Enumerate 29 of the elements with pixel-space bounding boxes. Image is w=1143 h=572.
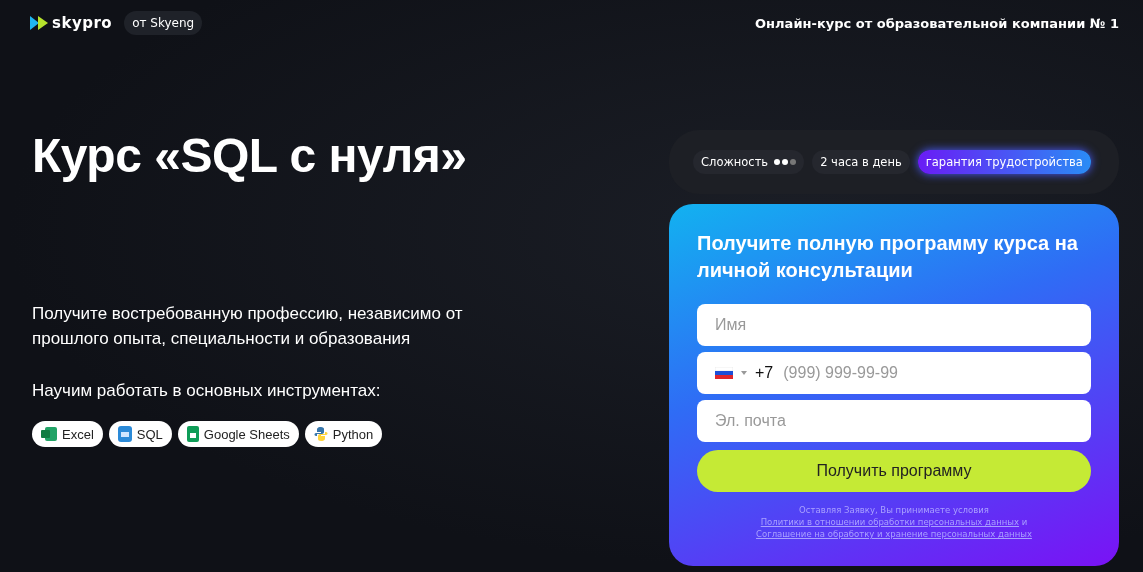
phone-input[interactable]: (999) 999-99-99 <box>781 363 1073 383</box>
spreadsheet-icon <box>41 427 57 441</box>
guarantee-tag: гарантия трудостройства <box>917 150 1091 174</box>
form-title: Получите полную программу курса на личной консультации <box>697 231 1079 283</box>
tools-heading: Научим работать в основных инструментах: <box>32 381 382 401</box>
tagline: Онлайн-курс от образовательной компании № 1 <box>755 15 1119 31</box>
phone-code: +7 <box>755 364 774 382</box>
tool-label: Google Sheets <box>203 426 290 442</box>
logo[interactable]: skypro <box>30 14 113 32</box>
phone-field[interactable]: +7 (999) 999-99-99 <box>697 352 1091 394</box>
submit-button[interactable]: Получить программу <box>697 450 1091 492</box>
flag-icon <box>715 367 733 379</box>
caret-icon <box>741 371 747 375</box>
tool-label: Excel <box>62 426 94 442</box>
database-icon <box>117 426 132 442</box>
tool-label: Python <box>332 426 374 442</box>
difficulty-label: Сложность <box>701 155 769 169</box>
legal-note: Оставляя Заявку, Вы принимаете условия Политики в отношении обработки персональных данных и Соглашение на обработку и хранение персональных данных <box>755 504 1033 540</box>
page-title: Курс «SQL с нуля» <box>32 128 468 183</box>
python-snake-icon <box>313 427 328 441</box>
name-field[interactable]: Имя <box>697 304 1091 346</box>
badge: от Skyeng <box>124 11 203 35</box>
tool-label: SQL <box>136 426 163 442</box>
subtitle: Получите востребованную профессию, независимо от прошлого опыта, специальности и образования <box>32 303 464 350</box>
hours-tag: 2 часа в день <box>812 150 910 174</box>
spreadsheet-icon <box>186 426 199 442</box>
email-field[interactable]: Эл. почта <box>697 400 1091 442</box>
logo-play-icon <box>30 16 48 30</box>
logo-text: skypro <box>52 14 113 32</box>
